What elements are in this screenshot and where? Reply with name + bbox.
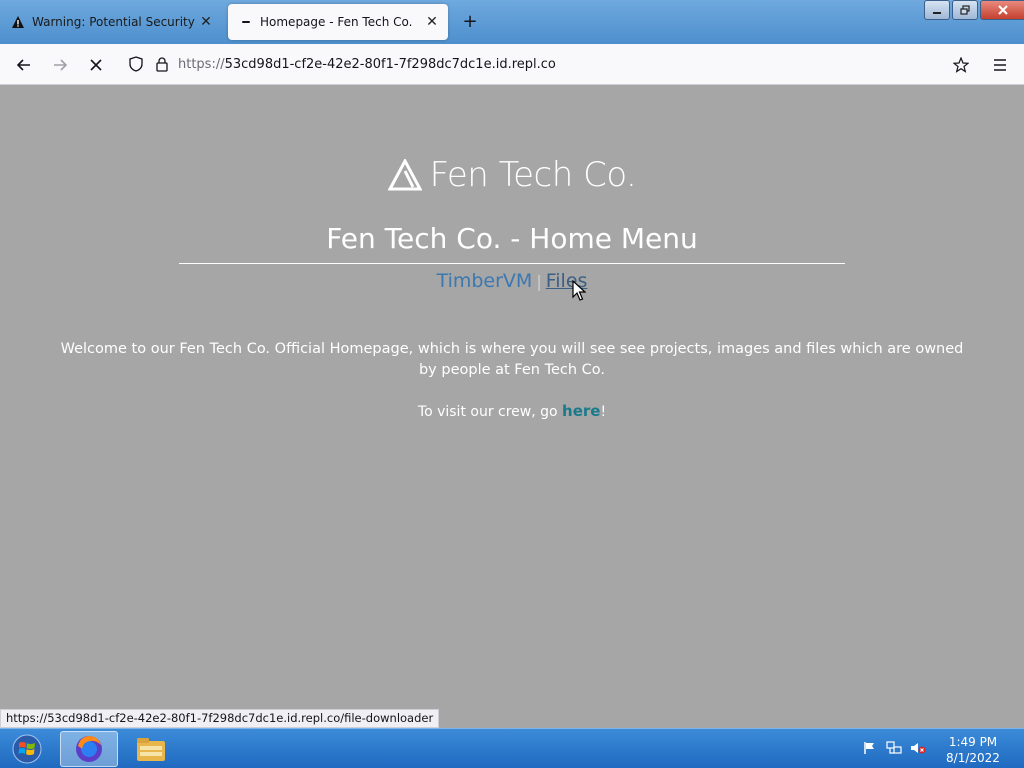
tab-title: Homepage - Fen Tech Co. xyxy=(260,15,413,29)
taskbar: 1:49 PM 8/1/2022 xyxy=(0,728,1024,768)
address-bar[interactable]: https://53cd98d1-cf2e-42e2-80f1-7f298dc7… xyxy=(120,49,980,79)
back-button[interactable] xyxy=(11,52,37,78)
welcome-text: Welcome to our Fen Tech Co. Official Hom… xyxy=(60,341,964,378)
taskbar-firefox-button[interactable] xyxy=(60,731,118,767)
start-button[interactable] xyxy=(4,730,50,768)
title-divider xyxy=(179,263,845,264)
volume-muted-icon[interactable] xyxy=(910,739,926,757)
clock-time: 1:49 PM xyxy=(948,735,998,749)
tab-homepage[interactable]: Homepage - Fen Tech Co. ✕ xyxy=(228,4,448,40)
url-text: https://53cd98d1-cf2e-42e2-80f1-7f298dc7… xyxy=(178,57,556,72)
crew-line: To visit our crew, go here! xyxy=(0,402,1024,420)
forward-arrow-icon xyxy=(54,59,68,71)
logo-text: Fen Tech Co. xyxy=(429,155,637,195)
loading-dot-icon xyxy=(238,14,254,30)
tab-title: Warning: Potential Security Risk xyxy=(32,15,196,29)
stop-icon xyxy=(90,59,102,71)
restore-button[interactable] xyxy=(952,0,978,20)
bookmark-star-button[interactable] xyxy=(948,52,974,78)
crew-suffix: ! xyxy=(600,404,607,420)
close-tab-icon[interactable]: ✕ xyxy=(422,14,442,30)
back-arrow-icon xyxy=(16,59,30,71)
firefox-icon xyxy=(76,736,102,762)
logo-mark-icon xyxy=(387,159,422,191)
close-window-button[interactable] xyxy=(980,0,1024,20)
tracking-protection-shield-icon[interactable] xyxy=(126,54,146,74)
url-scheme: https:// xyxy=(178,56,225,72)
star-icon xyxy=(953,57,969,73)
warning-icon xyxy=(10,14,26,30)
page-title: Fen Tech Co. - Home Menu xyxy=(326,222,698,255)
menu-button[interactable] xyxy=(987,52,1013,78)
forward-button[interactable] xyxy=(47,52,73,78)
clock-date: 8/1/2022 xyxy=(946,751,1000,765)
crew-here-link[interactable]: here xyxy=(562,402,600,420)
site-logo: Fen Tech Co. xyxy=(0,155,1024,195)
hamburger-icon xyxy=(994,59,1006,71)
minimize-button[interactable] xyxy=(924,0,950,20)
new-tab-button[interactable]: + xyxy=(458,10,482,34)
network-icon[interactable] xyxy=(886,739,902,757)
home-menu: TimberVM | Files xyxy=(0,270,1024,292)
crew-prefix: To visit our crew, go xyxy=(417,404,563,420)
tab-security-warning[interactable]: Warning: Potential Security Risk ✕ xyxy=(0,4,222,40)
web-page: Fen Tech Co. Fen Tech Co. - Home Menu Ti… xyxy=(0,85,1024,728)
lock-icon[interactable] xyxy=(152,54,172,74)
taskbar-file-explorer-button[interactable] xyxy=(122,731,180,767)
action-center-flag-icon[interactable] xyxy=(862,739,878,757)
timbervm-link[interactable]: TimberVM xyxy=(437,270,533,292)
stop-loading-button[interactable] xyxy=(83,52,109,78)
url-host: 53cd98d1-cf2e-42e2-80f1-7f298dc7dc1e.id.… xyxy=(224,56,556,72)
navigation-toolbar: https://53cd98d1-cf2e-42e2-80f1-7f298dc7… xyxy=(0,44,1024,85)
taskbar-clock[interactable]: 1:49 PM 8/1/2022 xyxy=(934,734,1012,766)
window-controls xyxy=(924,0,1024,20)
folder-icon xyxy=(137,738,165,761)
system-tray xyxy=(862,739,926,757)
tab-strip: Warning: Potential Security Risk ✕ Homep… xyxy=(0,0,1024,44)
close-tab-icon[interactable]: ✕ xyxy=(196,14,216,30)
menu-separator: | xyxy=(536,272,542,291)
link-status-bar: https://53cd98d1-cf2e-42e2-80f1-7f298dc7… xyxy=(0,709,440,728)
windows-logo-icon xyxy=(12,734,42,764)
mouse-cursor-icon xyxy=(572,280,586,301)
